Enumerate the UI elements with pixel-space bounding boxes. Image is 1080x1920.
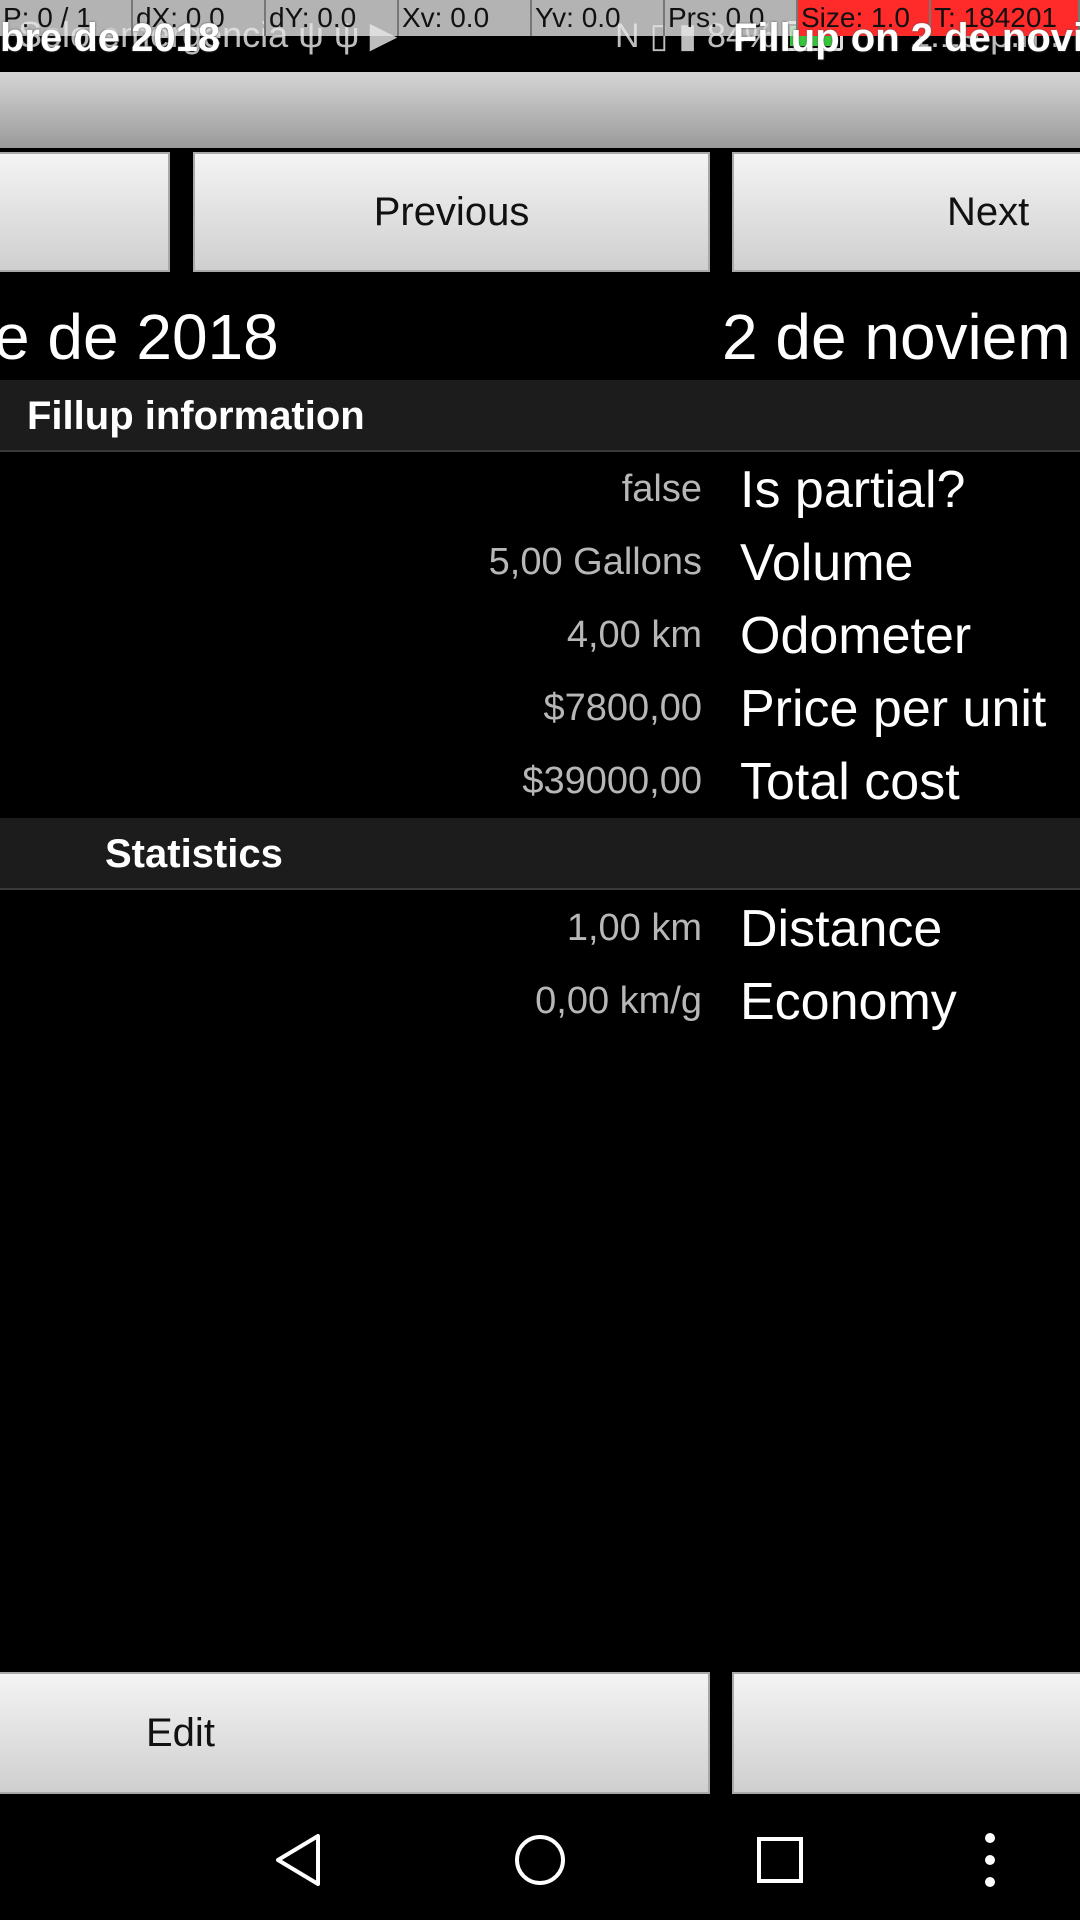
offscreen-button[interactable] xyxy=(0,152,170,272)
economy-value: 0,00 km/g xyxy=(535,980,702,1022)
odometer-label: Odometer xyxy=(740,607,972,665)
volume-label: Volume xyxy=(740,534,914,592)
navigation-bar xyxy=(0,1800,1080,1920)
odometer-value: 4,00 km xyxy=(566,614,702,656)
distance-value: 1,00 km xyxy=(566,907,702,949)
previous-page-title: bre de 2018 xyxy=(0,16,221,60)
page-title: Fillup on 2 de novie xyxy=(733,16,1080,60)
title-bar xyxy=(0,72,1080,148)
home-icon[interactable] xyxy=(510,1830,570,1890)
next-button[interactable]: Next xyxy=(732,152,1080,272)
total-cost-label: Total cost xyxy=(740,753,960,811)
previous-fillup-date: e de 2018 xyxy=(0,301,279,373)
fillup-information-header: Fillup information xyxy=(0,380,1080,452)
section-title: Fillup information xyxy=(27,394,365,438)
is-partial-value: false xyxy=(621,468,702,510)
price-per-unit-value: $7800,00 xyxy=(543,687,703,729)
overlay-dy: dY: 0.0 xyxy=(266,0,399,36)
statistics-header: Statistics xyxy=(0,818,1080,890)
fillup-date: 2 de noviem xyxy=(722,301,1071,373)
section-title: Statistics xyxy=(105,832,283,876)
overlay-xv: Xv: 0.0 xyxy=(399,0,532,36)
economy-label: Economy xyxy=(740,973,957,1031)
is-partial-label: Is partial? xyxy=(740,461,966,519)
previous-button[interactable]: Previous xyxy=(193,152,710,272)
overlay-yv: Yv: 0.0 xyxy=(532,0,665,36)
total-cost-value: $39000,00 xyxy=(522,760,702,802)
distance-label: Distance xyxy=(740,900,943,958)
more-icon[interactable] xyxy=(975,1830,1005,1890)
volume-value: 5,00 Gallons xyxy=(488,541,702,583)
recents-icon[interactable] xyxy=(750,1830,810,1890)
edit-button[interactable]: Edit xyxy=(0,1672,710,1794)
secondary-bottom-button[interactable] xyxy=(732,1672,1080,1794)
price-per-unit-label: Price per unit xyxy=(740,680,1047,738)
back-icon[interactable] xyxy=(270,1830,330,1890)
